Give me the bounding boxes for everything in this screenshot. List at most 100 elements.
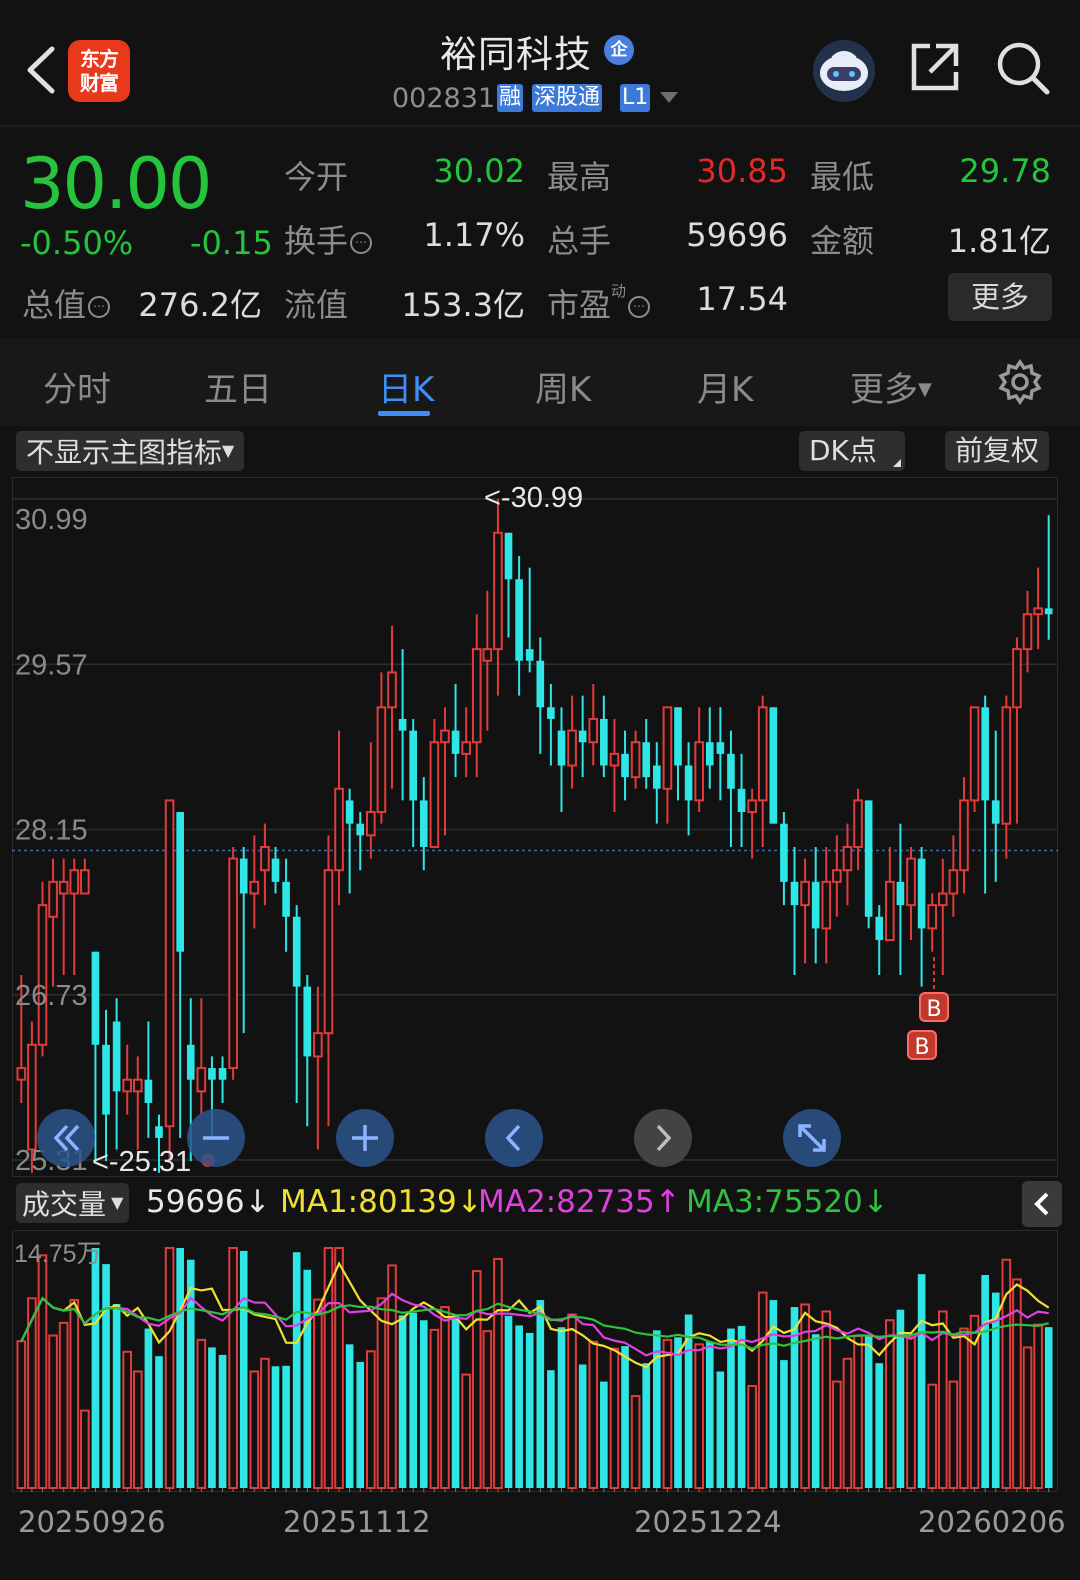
volume-bar (652, 1330, 661, 1488)
code-dropdown-arrow-icon[interactable] (660, 92, 678, 103)
x-axis-date-label: 20250926 (18, 1505, 166, 1539)
volume-bar (80, 1409, 90, 1489)
volume-bar (356, 1361, 365, 1488)
low-value: 29.78 (959, 152, 1051, 190)
zoom-in-button[interactable] (336, 1109, 394, 1167)
tab-monthly-k[interactable]: 月K (697, 362, 753, 411)
candle-body (621, 753, 629, 778)
candle-body (176, 812, 184, 952)
volume-bar (164, 1247, 175, 1489)
candle-body (588, 717, 599, 744)
gear-icon[interactable] (996, 358, 1044, 406)
fullscreen-button[interactable] (783, 1109, 841, 1167)
candle-body (260, 845, 270, 872)
collapse-panel-button[interactable] (1022, 1181, 1062, 1227)
float-cap-value: 153.3亿 (401, 286, 525, 324)
stock-code: 002831 (392, 83, 496, 114)
info-icon[interactable]: ⋯ (88, 296, 111, 318)
candle-body (48, 880, 58, 918)
back-chevron-icon[interactable] (22, 45, 58, 95)
low-label: 最低 (810, 158, 875, 196)
volume-bar (429, 1328, 440, 1489)
top-nav-bar: 东方财富 裕同科技 企 002831 融 深股通 L1 (0, 0, 1080, 125)
tab-five-day[interactable]: 五日 (204, 362, 272, 411)
share-icon[interactable] (908, 40, 962, 94)
candle-body (769, 707, 778, 824)
pe-label[interactable]: 市盈动⋯ (547, 280, 651, 326)
adjustment-select[interactable]: 前复权 (945, 431, 1050, 471)
volume-bar (451, 1314, 460, 1488)
ai-robot-avatar-icon[interactable] (813, 40, 875, 102)
info-icon[interactable]: ⋯ (350, 232, 373, 254)
y-axis-label: 29.57 (15, 649, 88, 681)
volume-bar (471, 1270, 482, 1489)
brand-logo[interactable]: 东方财富 (68, 40, 130, 102)
volume-bar (155, 1356, 163, 1488)
candle-body (313, 1032, 323, 1058)
volume-indicator-label: 成交量 (22, 1188, 107, 1221)
period-tabs: 分时 五日 日K 周K 月K 更多▼ (0, 338, 1080, 426)
scroll-left-button[interactable] (485, 1109, 543, 1167)
candle-body (885, 880, 895, 942)
scroll-start-button[interactable] (37, 1109, 95, 1167)
volume-bar (662, 1338, 673, 1489)
volume-chart[interactable]: 14.75万 (12, 1230, 1058, 1492)
zoom-out-button[interactable] (187, 1109, 245, 1167)
main-indicator-select[interactable]: 不显示主图指标▼ (16, 431, 245, 471)
caret-down-icon: ▼ (106, 1193, 124, 1212)
volume-bar (271, 1366, 280, 1488)
candle-body (27, 1043, 37, 1151)
tab-more[interactable]: 更多▼ (850, 362, 932, 411)
volume-bar (218, 1354, 227, 1488)
tab-weekly-k[interactable]: 周K (535, 362, 591, 411)
expand-arrows-icon (798, 1124, 826, 1152)
candle-body (249, 880, 260, 895)
volume-bar (345, 1344, 354, 1488)
volume-bar (366, 1350, 376, 1489)
low-price-marker: <-25.31 (92, 1146, 191, 1177)
turnover-label[interactable]: 换手 ⋯ (284, 216, 373, 262)
candle-body (461, 741, 471, 755)
candle-body (218, 1068, 227, 1080)
volume-ma2: MA2:82735↑ (478, 1184, 681, 1220)
high-value: 30.85 (696, 152, 788, 190)
candle-body (811, 881, 820, 929)
tab-daily-k[interactable]: 日K (378, 362, 434, 411)
candle-body (1012, 648, 1022, 709)
x-axis-date-label: 20251224 (634, 1505, 782, 1539)
info-icon[interactable]: ⋯ (628, 296, 651, 318)
candle-body (58, 880, 69, 895)
candle-body (228, 857, 238, 1070)
candle-body (536, 660, 545, 708)
candle-body (334, 787, 344, 872)
volume-indicator-select[interactable]: 成交量 ▼ (16, 1183, 130, 1223)
volume-bar (621, 1346, 629, 1488)
volume-bar (757, 1291, 768, 1489)
volume-bar (842, 1357, 853, 1489)
volume-bar (260, 1357, 270, 1489)
volume-bar (132, 1370, 143, 1489)
candle-body (557, 730, 566, 766)
candlestick-chart[interactable]: 30.9929.5728.1526.7325.31 <-30.99 <-25.3… (12, 477, 1058, 1177)
volume-bar (567, 1313, 577, 1490)
percent-change: -0.50% (20, 224, 134, 262)
scroll-right-button[interactable] (634, 1109, 692, 1167)
dk-point-toggle[interactable]: DK点 (799, 431, 905, 471)
dk-point-label: DK点 (809, 434, 877, 467)
candle-body (642, 742, 651, 778)
tab-intraday[interactable]: 分时 (43, 362, 111, 411)
candle-body (323, 869, 334, 1035)
candle-body (292, 916, 301, 987)
volume-bar (334, 1247, 344, 1489)
volume-bar (609, 1347, 620, 1489)
volume-bar (674, 1337, 682, 1488)
more-quote-button[interactable]: 更多 (948, 273, 1052, 321)
candle-body (356, 823, 365, 836)
margin-trading-tag: 融 (497, 84, 524, 112)
candle-body (747, 799, 757, 814)
volume-bar (948, 1380, 959, 1489)
high-label: 最高 (547, 158, 612, 196)
search-icon[interactable] (995, 40, 1051, 96)
market-cap-label[interactable]: 总值 ⋯ (22, 280, 111, 326)
volume-bar (409, 1312, 418, 1488)
